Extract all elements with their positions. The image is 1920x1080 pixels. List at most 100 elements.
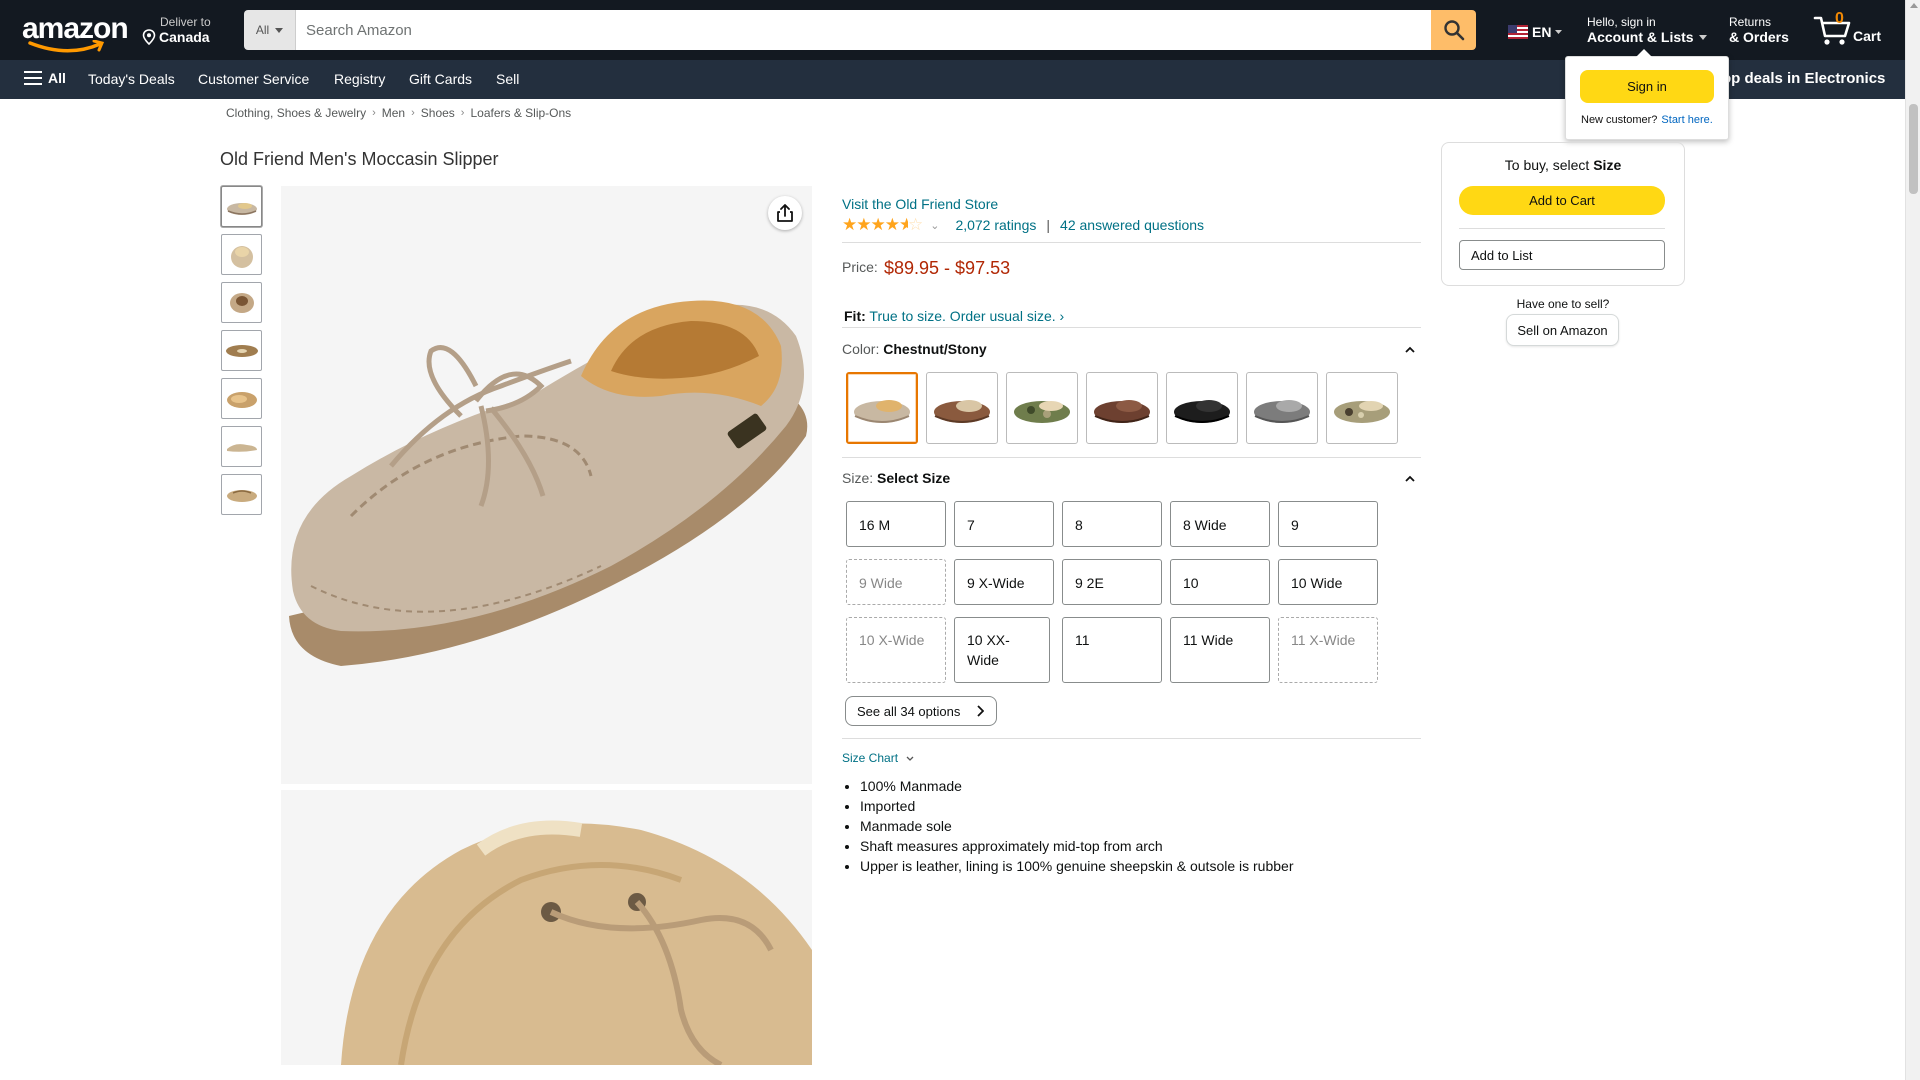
top-nav: amazon Deliver to Canada All Search Amaz… [0, 0, 1905, 60]
scrollbar-thumb[interactable] [1909, 104, 1918, 194]
size-option-unavailable[interactable]: 11 X-Wide [1278, 617, 1378, 683]
color-swatch[interactable] [846, 372, 918, 444]
new-customer-text: New customer? Start here. [1581, 114, 1713, 126]
returns-orders[interactable]: Returns & Orders [1729, 15, 1789, 45]
slipper-swatch-icon [1254, 400, 1310, 423]
chevron-down-icon [906, 756, 914, 761]
divider [842, 242, 1421, 243]
size-option-unavailable[interactable]: 10 X-Wide [846, 617, 946, 683]
size-option[interactable]: 8 [1062, 501, 1162, 547]
main-product-image[interactable] [281, 186, 812, 784]
size-option[interactable]: 10 XX-Wide [954, 617, 1050, 683]
size-option[interactable]: 8 Wide [1170, 501, 1270, 547]
deliver-to[interactable]: Deliver to Canada [142, 15, 211, 45]
size-chart-link[interactable]: Size Chart [842, 751, 914, 765]
divider [1459, 228, 1665, 229]
breadcrumb-item[interactable]: Shoes [421, 106, 455, 120]
thumbnail[interactable] [221, 426, 262, 467]
slipper-side-thumbnail-icon [226, 202, 257, 215]
size-option[interactable]: 16 M [846, 501, 946, 547]
size-option-unavailable[interactable]: 9 Wide [846, 559, 946, 605]
color-swatch[interactable] [1006, 372, 1078, 444]
moccasin-slipper-image [289, 300, 808, 666]
see-all-options-button[interactable]: See all 34 options [845, 696, 997, 726]
language-label: EN [1532, 24, 1552, 40]
add-to-list-button[interactable]: Add to List [1459, 240, 1665, 270]
size-option[interactable]: 11 Wide [1170, 617, 1270, 683]
answered-questions-link[interactable]: 42 answered questions [1060, 217, 1204, 233]
size-option[interactable]: 9 [1278, 501, 1378, 547]
start-here-link[interactable]: Start here. [1661, 114, 1712, 126]
share-icon [777, 204, 793, 222]
size-option[interactable]: 9 2E [1062, 559, 1162, 605]
breadcrumb-item[interactable]: Loafers & Slip-Ons [470, 106, 571, 120]
buybox-title: To buy, select Size [1442, 157, 1684, 173]
search-button[interactable] [1431, 10, 1476, 50]
ratings-count-link[interactable]: 2,072 ratings [955, 217, 1036, 233]
scroll-up-arrow-icon[interactable] [1910, 3, 1918, 8]
divider [842, 457, 1421, 458]
slipper-swatch-icon [934, 400, 990, 423]
cart-button[interactable]: 0 Cart [1813, 10, 1883, 50]
nav-gift-cards[interactable]: Gift Cards [409, 71, 472, 87]
bullet-item: 100% Manmade [860, 776, 1294, 796]
rating-chevron-down-icon[interactable]: ⌄ [930, 219, 939, 232]
account-lists[interactable]: Hello, sign in Account & Lists [1587, 15, 1707, 45]
fit-value-link[interactable]: True to size. Order usual size. › [869, 308, 1064, 324]
thumbnail[interactable] [221, 378, 262, 419]
size-option[interactable]: 7 [954, 501, 1054, 547]
bullet-item: Upper is leather, lining is 100% genuine… [860, 856, 1294, 876]
store-link[interactable]: Visit the Old Friend Store [842, 196, 998, 212]
search-input[interactable] [296, 10, 1431, 50]
all-menu-label: All [48, 70, 66, 86]
sell-question: Have one to sell? [1516, 297, 1610, 311]
star-rating-icon[interactable]: ★★★★★☆ [842, 215, 923, 235]
caret-down-icon [275, 27, 284, 33]
color-swatch[interactable] [1326, 372, 1398, 444]
thumbnail[interactable] [221, 330, 262, 371]
all-menu-button[interactable]: All [24, 70, 66, 86]
search-category-dropdown[interactable]: All [244, 10, 296, 50]
thumbnail[interactable] [221, 234, 262, 275]
slipper-swatch-icon [1174, 400, 1230, 423]
nav-registry[interactable]: Registry [334, 71, 385, 87]
cart-icon [1813, 16, 1851, 45]
signin-flyout: Sign in New customer? Start here. [1565, 49, 1729, 140]
us-flag-icon [1508, 25, 1528, 39]
bullet-item: Manmade sole [860, 816, 1294, 836]
size-option[interactable]: 11 [1062, 617, 1162, 683]
nav-todays-deals[interactable]: Today's Deals [88, 71, 175, 87]
size-option[interactable]: 10 Wide [1278, 559, 1378, 605]
logo-smile-icon [28, 40, 105, 53]
thumbnail[interactable] [221, 282, 262, 323]
signin-button[interactable]: Sign in [1580, 70, 1714, 103]
add-to-cart-button[interactable]: Add to Cart [1459, 186, 1665, 215]
slipper-swatch-icon [1094, 400, 1150, 423]
cart-label: Cart [1853, 28, 1882, 44]
nav-sell[interactable]: Sell [496, 71, 519, 87]
breadcrumb-item[interactable]: Men [382, 106, 405, 120]
breadcrumb-item[interactable]: Clothing, Shoes & Jewelry [226, 106, 366, 120]
share-button[interactable] [768, 196, 802, 230]
color-swatch[interactable] [1166, 372, 1238, 444]
language-selector[interactable]: EN [1508, 24, 1563, 40]
nav-customer-service[interactable]: Customer Service [198, 71, 309, 87]
collapse-chevron-up-icon[interactable] [1403, 343, 1417, 357]
size-option[interactable]: 10 [1170, 559, 1270, 605]
size-heading: Size: Select Size [842, 470, 950, 486]
divider [842, 738, 1421, 739]
page-scrollbar[interactable] [1905, 0, 1920, 1080]
price-label: Price: [842, 259, 878, 275]
thumbnail[interactable] [221, 186, 262, 227]
color-swatch[interactable] [1086, 372, 1158, 444]
amazon-logo[interactable]: amazon [20, 12, 129, 53]
size-options: 16 M 7 8 8 Wide 9 9 Wide 9 X-Wide 9 2E 1… [846, 501, 1406, 683]
thumbnail[interactable] [221, 474, 262, 515]
nav-promo-electronics[interactable]: op deals in Electronics [1722, 70, 1885, 87]
size-option[interactable]: 9 X-Wide [954, 559, 1054, 605]
color-swatch[interactable] [926, 372, 998, 444]
collapse-chevron-up-icon[interactable] [1403, 472, 1417, 486]
color-swatch[interactable] [1246, 372, 1318, 444]
secondary-product-image[interactable] [281, 790, 812, 1065]
sell-on-amazon-button[interactable]: Sell on Amazon [1506, 314, 1619, 346]
